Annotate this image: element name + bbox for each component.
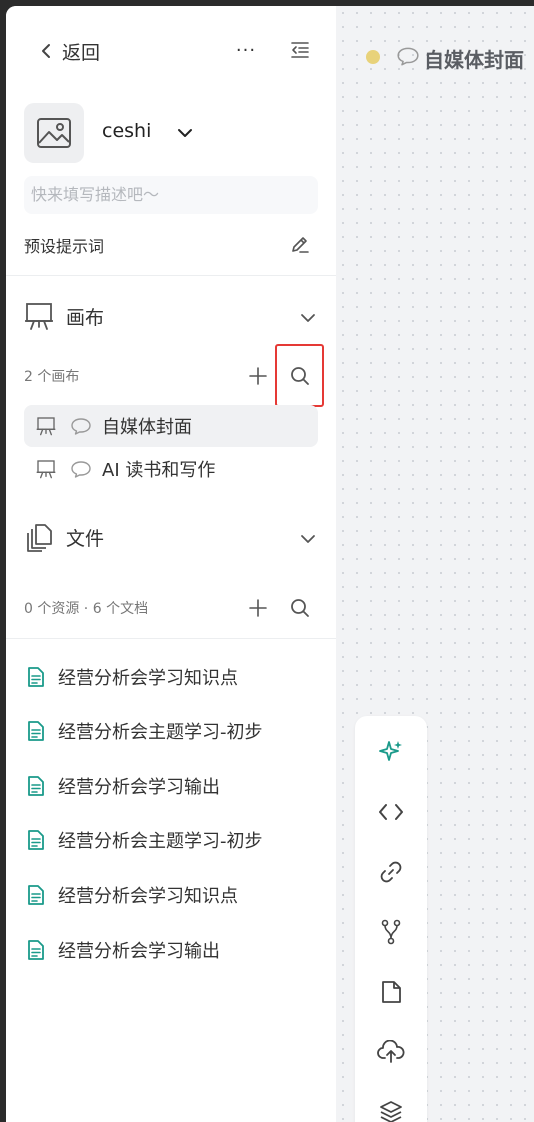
canvas-section-header[interactable]: 画布 [24, 301, 104, 331]
plus-icon [249, 367, 267, 385]
link-icon[interactable] [376, 857, 406, 887]
add-canvas-button[interactable] [246, 364, 270, 388]
collapse-sidebar-button[interactable] [288, 38, 312, 62]
chat-bubble-icon [396, 46, 420, 66]
canvas-count: 2 个画布 [24, 369, 80, 385]
sidebar: 返回 ··· ceshi 快来填写描述吧～ 预设提示词 画布 2 个画布 自媒体… [6, 6, 336, 1122]
divider [6, 638, 336, 639]
document-icon [24, 829, 48, 851]
knowledge-base-avatar[interactable] [24, 103, 84, 163]
files-icon [24, 522, 54, 552]
search-icon [290, 598, 310, 618]
chat-bubble-icon [70, 460, 92, 478]
file-item[interactable]: 经营分析会学习输出 [24, 771, 220, 801]
image-icon [36, 117, 72, 149]
file-item[interactable]: 经营分析会主题学习-初步 [24, 825, 263, 855]
floating-toolbar [355, 716, 427, 1122]
easel-icon [36, 416, 56, 436]
file-item[interactable]: 经营分析会学习输出 [24, 935, 220, 965]
app-window: 返回 ··· ceshi 快来填写描述吧～ 预设提示词 画布 2 个画布 自媒体… [6, 6, 534, 1122]
chevron-down-icon [300, 313, 316, 323]
canvas-item-label: 自媒体封面 [102, 417, 192, 438]
document-icon [24, 666, 48, 688]
files-section-title: 文件 [66, 527, 105, 550]
document-icon [24, 775, 48, 797]
knowledge-base-name[interactable]: ceshi [102, 120, 151, 142]
chat-bubble-icon [70, 417, 92, 435]
branch-icon[interactable] [376, 917, 406, 947]
chevron-left-icon [36, 43, 56, 59]
file-item[interactable]: 经营分析会学习知识点 [24, 880, 238, 910]
canvas-title: 自媒体封面 [424, 48, 524, 72]
file-item-label: 经营分析会学习输出 [58, 941, 220, 962]
file-item-label: 经营分析会学习知识点 [58, 886, 238, 907]
code-icon[interactable] [376, 797, 406, 827]
description-field[interactable]: 快来填写描述吧～ [24, 176, 318, 214]
canvas-section-title: 画布 [66, 306, 105, 329]
canvas-section-toggle[interactable] [296, 306, 320, 330]
more-options-button[interactable]: ··· [234, 38, 258, 62]
document-icon[interactable] [376, 977, 406, 1007]
sparkles-icon[interactable] [376, 737, 406, 767]
collapse-sidebar-icon [290, 41, 310, 59]
more-icon: ··· [235, 39, 257, 61]
document-icon [24, 720, 48, 742]
file-item[interactable]: 经营分析会主题学习-初步 [24, 716, 263, 746]
file-item-label: 经营分析会主题学习-初步 [58, 722, 263, 743]
edit-icon[interactable] [289, 233, 311, 255]
search-files-button[interactable] [288, 596, 312, 620]
layers-icon[interactable] [376, 1097, 406, 1122]
files-count: 0 个资源 · 6 个文档 [24, 601, 149, 617]
document-icon [24, 939, 48, 961]
document-icon [24, 884, 48, 906]
file-item[interactable]: 经营分析会学习知识点 [24, 662, 238, 692]
status-dot [366, 50, 380, 64]
back-button[interactable]: 返回 [36, 36, 100, 66]
highlight-box [275, 344, 324, 407]
file-item-label: 经营分析会学习知识点 [58, 668, 238, 689]
files-section-toggle[interactable] [296, 527, 320, 551]
divider [6, 275, 336, 276]
chevron-down-icon [300, 534, 316, 544]
plus-icon [249, 599, 267, 617]
chevron-down-icon[interactable] [174, 122, 196, 144]
add-file-button[interactable] [246, 596, 270, 620]
back-label: 返回 [62, 41, 101, 64]
canvas-item-label: AI 读书和写作 [102, 460, 216, 481]
canvas-item[interactable]: 自媒体封面 [24, 405, 318, 447]
file-item-label: 经营分析会主题学习-初步 [58, 831, 263, 852]
easel-icon [36, 459, 56, 479]
files-section-header[interactable]: 文件 [24, 522, 104, 552]
preset-prompt-label: 预设提示词 [24, 237, 105, 256]
cloud-upload-icon[interactable] [376, 1037, 406, 1067]
file-item-label: 经营分析会学习输出 [58, 777, 220, 798]
easel-icon [24, 301, 54, 331]
canvas-item[interactable]: AI 读书和写作 [24, 448, 318, 490]
